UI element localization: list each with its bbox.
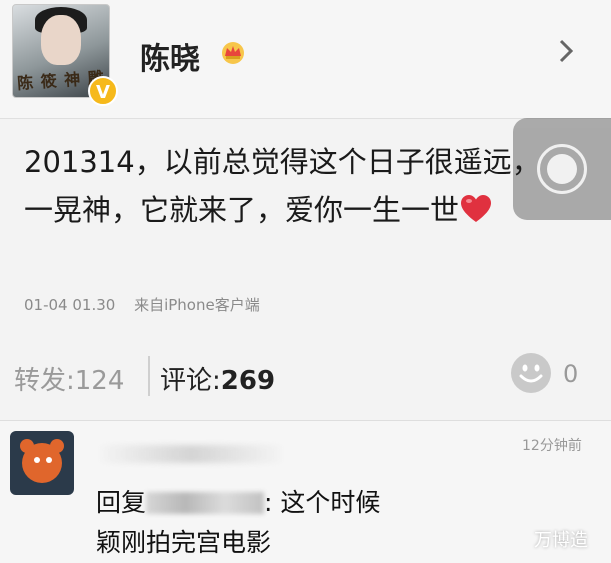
reply-mention-blurred [146, 492, 265, 514]
avatar-face [41, 15, 81, 65]
post-meta: 01-04 01.30 来自iPhone客户端 [24, 294, 274, 315]
post-header[interactable]: 陈 筱 神 雕 V 陈晓 [0, 0, 611, 119]
post-source: 来自iPhone客户端 [134, 296, 260, 314]
stats-divider [148, 356, 150, 396]
reply-text-line2: 颖刚拍完宫电影 [96, 528, 272, 557]
post-stats-bar: 转发:124 评论:269 0 [0, 348, 611, 406]
avatar-bear-head [22, 443, 62, 483]
smiley-like-icon[interactable] [510, 352, 552, 394]
watermark: 万博造 [534, 530, 588, 551]
comment-label: 评论: [160, 366, 221, 396]
post-body: 201314，以前总觉得这个日子很遥远，一晃神，它就来了，爱你一生一世 [24, 138, 544, 234]
assistive-dot [547, 154, 577, 184]
comment-button[interactable]: 评论:269 [160, 360, 275, 397]
reply-avatar[interactable] [10, 431, 74, 495]
heart-icon [461, 195, 492, 222]
reply-item[interactable]: 12分钟前 回复 : 这个时候 颖刚拍完宫电影 [0, 420, 611, 563]
reply-time: 12分钟前 [522, 438, 582, 454]
avatar-eye-left [34, 457, 40, 463]
reply-username-blurred [96, 445, 286, 463]
reply-text-line1: 回复 : 这个时候 [96, 483, 380, 519]
username[interactable]: 陈晓 [140, 34, 200, 78]
crown-icon [222, 42, 244, 64]
repost-button[interactable]: 转发:124 [14, 360, 124, 397]
chevron-right-icon[interactable] [556, 38, 576, 64]
verified-badge-icon: V [88, 76, 118, 106]
avatar-eye-right [46, 457, 52, 463]
like-count: 0 [563, 360, 579, 388]
repost-count: 124 [74, 366, 125, 396]
repost-label: 转发: [14, 366, 75, 396]
reply-prefix: 回复 [96, 488, 147, 517]
reply-text-after: : 这个时候 [264, 488, 381, 517]
comment-count: 269 [220, 366, 276, 396]
post-time: 01-04 01.30 [24, 296, 116, 314]
